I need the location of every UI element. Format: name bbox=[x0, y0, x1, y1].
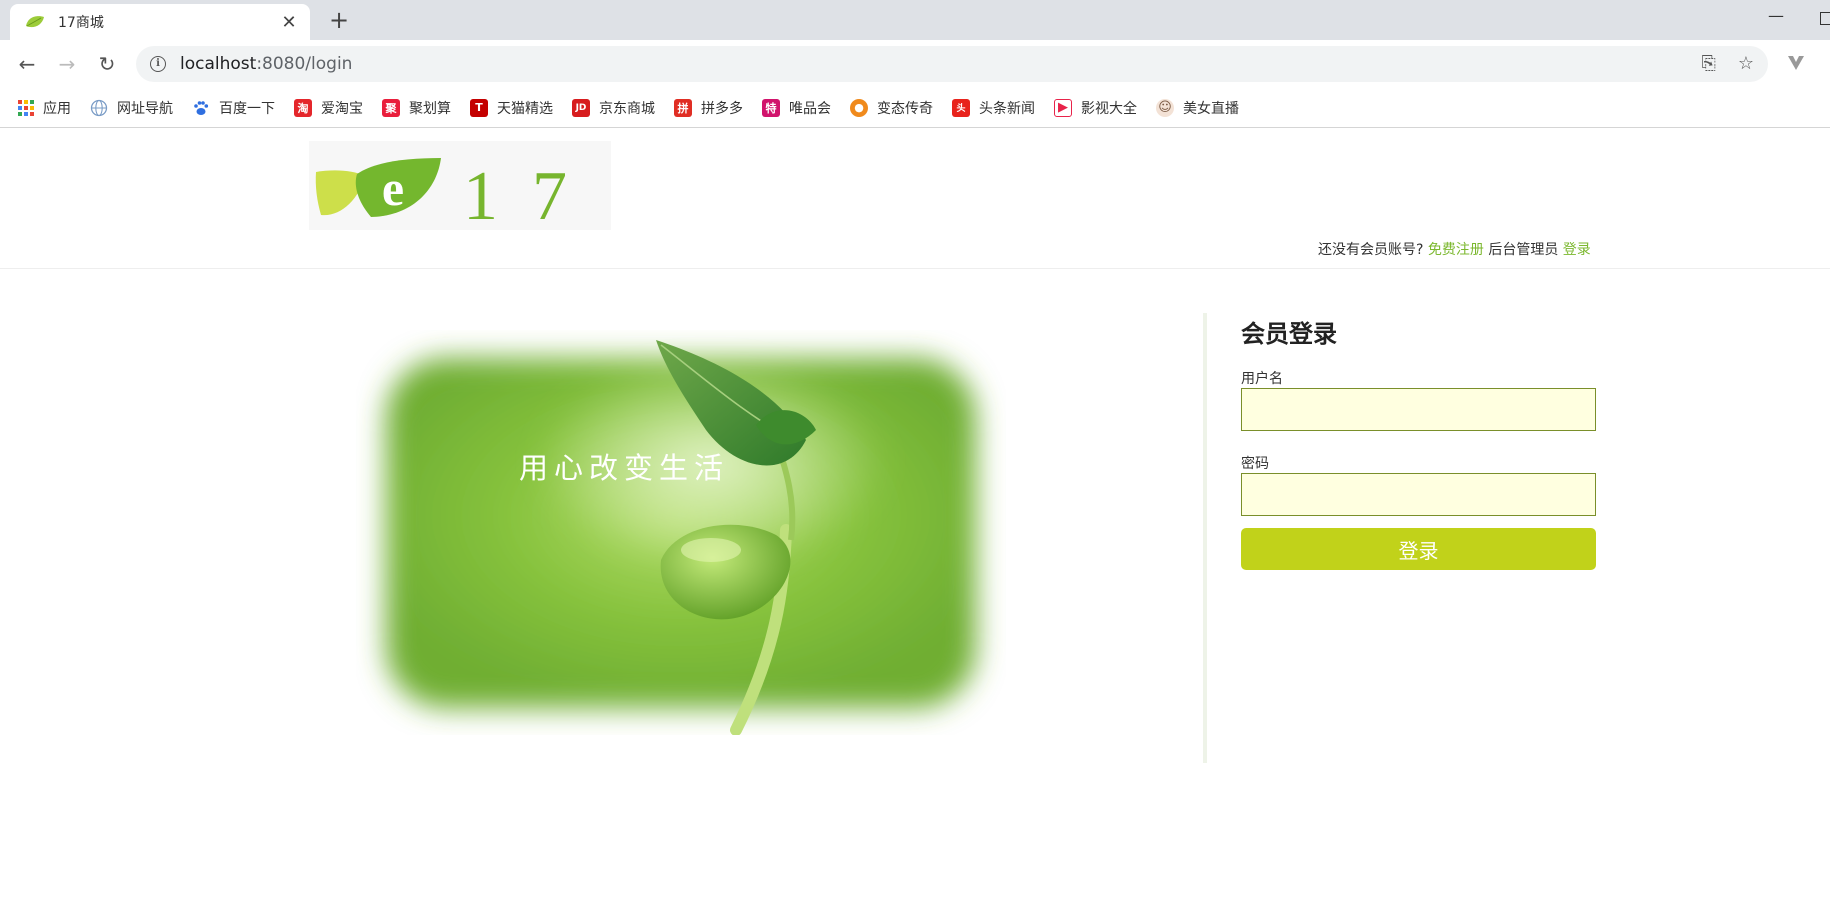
reload-icon[interactable]: ↻ bbox=[94, 52, 120, 78]
sprout-hero-image: 用心改变生活 bbox=[386, 340, 976, 735]
bookmark-apps[interactable]: 应用 bbox=[18, 98, 71, 118]
password-input[interactable] bbox=[1241, 473, 1596, 516]
bookmark-label: 网址导航 bbox=[117, 100, 173, 117]
forward-arrow-icon[interactable]: → bbox=[54, 52, 80, 78]
svg-text:17: 17 bbox=[463, 158, 601, 230]
bookmark-label: 聚划算 bbox=[409, 100, 451, 117]
browser-toolbar: ← → ↻ i localhost:8080/login ⎘ ☆ bbox=[0, 40, 1830, 88]
username-label: 用户名 bbox=[1241, 371, 1283, 387]
register-link[interactable]: 免费注册 bbox=[1428, 242, 1484, 258]
bookmark-aitaobao[interactable]: 淘 爱淘宝 bbox=[294, 98, 363, 118]
pinduoduo-icon: 拼 bbox=[674, 98, 692, 117]
bookmark-juhuasuan[interactable]: 聚 聚划算 bbox=[382, 98, 451, 118]
password-label: 密码 bbox=[1241, 456, 1269, 472]
bookmark-label: 头条新闻 bbox=[979, 100, 1035, 117]
tmall-icon: T bbox=[470, 98, 488, 117]
vip-icon: 特 bbox=[762, 98, 780, 117]
bookmark-video[interactable]: ▶ 影视大全 bbox=[1054, 98, 1137, 118]
new-tab-button[interactable]: + bbox=[324, 6, 354, 36]
juhuasuan-icon: 聚 bbox=[382, 98, 400, 117]
tab-title: 17商城 bbox=[58, 15, 104, 31]
video-play-icon: ▶ bbox=[1054, 98, 1072, 117]
bookmark-label: 拼多多 bbox=[701, 100, 743, 117]
e17-logo-icon: e 17 bbox=[315, 158, 601, 235]
bookmark-baidu[interactable]: 百度一下 bbox=[192, 98, 275, 118]
bookmark-label: 美女直播 bbox=[1183, 100, 1239, 117]
close-tab-icon[interactable]: ✕ bbox=[278, 12, 300, 33]
bookmark-vip[interactable]: 特 唯品会 bbox=[762, 98, 831, 118]
bookmark-toutiao[interactable]: 头 头条新闻 bbox=[952, 98, 1035, 118]
bookmark-label: 影视大全 bbox=[1081, 100, 1137, 117]
bookmark-label: 天猫精选 bbox=[497, 100, 553, 117]
no-account-text: 还没有会员账号? bbox=[1318, 242, 1424, 258]
url-host: localhost bbox=[180, 54, 257, 74]
extension-icon[interactable] bbox=[1786, 54, 1806, 72]
bookmark-tmall[interactable]: T 天猫精选 bbox=[470, 98, 553, 118]
admin-login-link[interactable]: 登录 bbox=[1563, 242, 1591, 258]
bookmarks-bar: 应用 网址导航 百度一下 淘 爱淘宝 聚 聚划算 T 天猫精选 JD 京东商城 … bbox=[0, 88, 1830, 128]
bookmark-label: 京东商城 bbox=[599, 100, 655, 117]
login-title: 会员登录 bbox=[1241, 320, 1337, 348]
avatar-icon: ☺ bbox=[1156, 98, 1174, 117]
apps-grid-icon bbox=[18, 99, 34, 116]
hero-slogan: 用心改变生活 bbox=[519, 451, 729, 485]
username-input[interactable] bbox=[1241, 388, 1596, 431]
url-path: :8080/login bbox=[256, 54, 353, 74]
globe-icon bbox=[90, 99, 108, 116]
baidu-paw-icon bbox=[194, 100, 209, 115]
site-info-icon[interactable]: i bbox=[150, 56, 166, 72]
minimize-window-icon[interactable]: — bbox=[1768, 6, 1784, 25]
tab-strip: 17商城 ✕ + — bbox=[0, 0, 1830, 40]
bookmark-label: 唯品会 bbox=[789, 100, 831, 117]
login-form: 会员登录 用户名 密码 登录 bbox=[1241, 314, 1596, 570]
bookmark-url-nav[interactable]: 网址导航 bbox=[90, 98, 173, 118]
bookmark-label: 爱淘宝 bbox=[321, 100, 363, 117]
bookmark-star-icon[interactable]: ☆ bbox=[1738, 53, 1754, 74]
browser-tab[interactable]: 17商城 ✕ bbox=[10, 4, 310, 40]
admin-text: 后台管理员 bbox=[1488, 242, 1559, 258]
bookmark-live[interactable]: ☺ 美女直播 bbox=[1156, 98, 1239, 118]
bookmark-legend-game[interactable]: ● 变态传奇 bbox=[850, 98, 933, 118]
translate-icon[interactable]: ⎘ bbox=[1701, 53, 1715, 74]
login-button[interactable]: 登录 bbox=[1241, 528, 1596, 570]
header-divider bbox=[0, 268, 1830, 269]
site-logo[interactable]: e 17 bbox=[309, 141, 611, 235]
leaf-favicon-icon bbox=[26, 16, 44, 28]
bookmark-label: 百度一下 bbox=[219, 100, 275, 117]
bookmark-label: 应用 bbox=[43, 100, 71, 117]
legend-game-icon: ● bbox=[850, 98, 868, 117]
toutiao-icon: 头 bbox=[952, 98, 970, 117]
bookmark-label: 变态传奇 bbox=[877, 100, 933, 117]
svg-text:e: e bbox=[382, 160, 404, 216]
bookmark-jd[interactable]: JD 京东商城 bbox=[572, 98, 655, 118]
back-arrow-icon[interactable]: ← bbox=[14, 52, 40, 78]
taobao-icon: 淘 bbox=[294, 98, 312, 117]
jd-icon: JD bbox=[572, 98, 590, 117]
header-account-links: 还没有会员账号? 免费注册 后台管理员 登录 bbox=[1318, 239, 1591, 259]
maximize-window-icon[interactable] bbox=[1820, 12, 1830, 25]
vertical-divider bbox=[1203, 313, 1207, 763]
bookmark-pinduoduo[interactable]: 拼 拼多多 bbox=[674, 98, 743, 118]
address-bar[interactable]: i localhost:8080/login ⎘ ☆ bbox=[136, 46, 1768, 82]
